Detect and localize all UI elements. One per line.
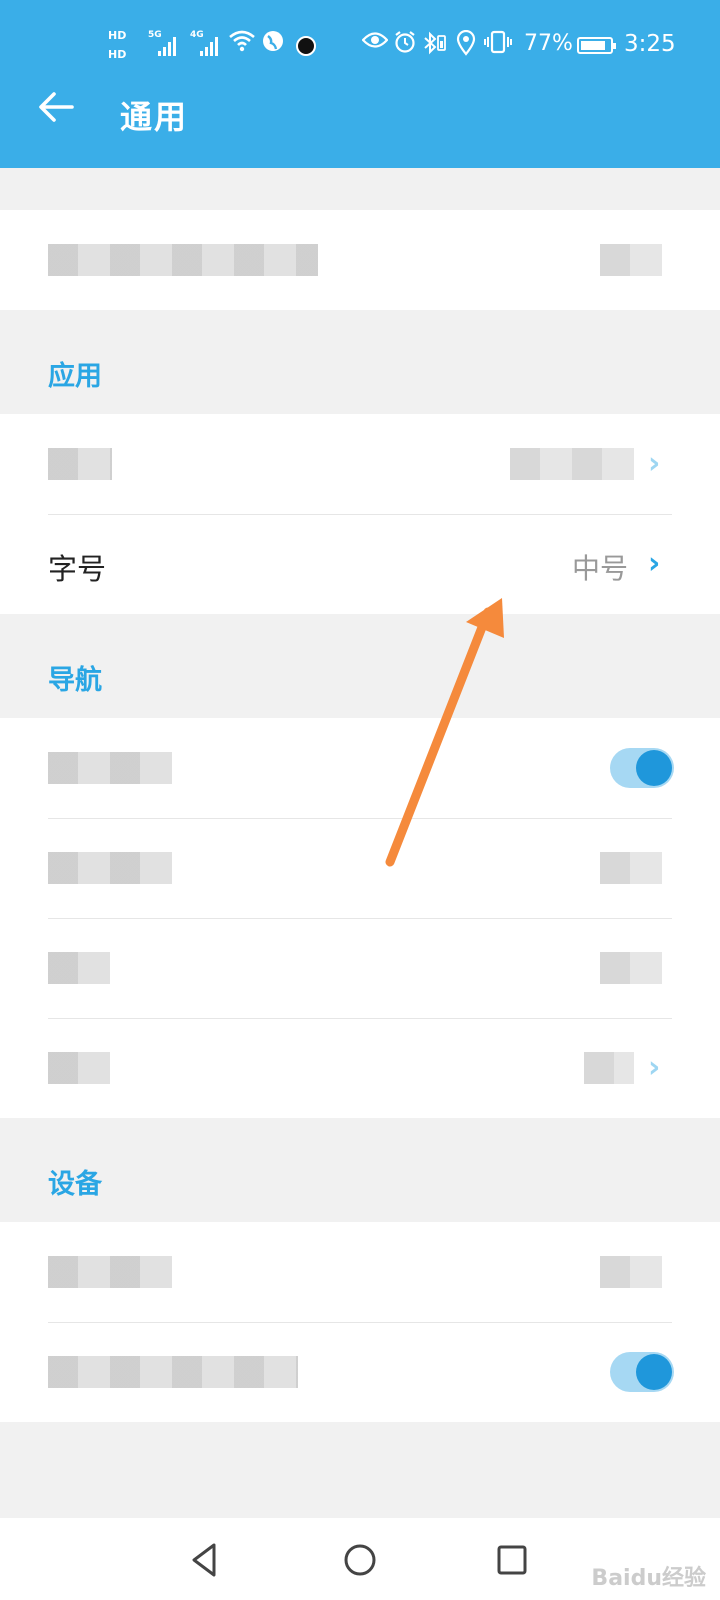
obscured-label — [48, 1356, 298, 1388]
obscured-label — [48, 752, 172, 784]
bluetooth-icon — [421, 30, 447, 63]
top-spacer — [0, 168, 720, 210]
group-top — [0, 210, 720, 310]
chevron-right-icon: › — [648, 1050, 661, 1085]
obscured-label — [48, 852, 172, 884]
obscured-label — [48, 448, 112, 480]
nav-home-button[interactable] — [336, 1536, 384, 1584]
obscured-label — [48, 1256, 172, 1288]
list-item-obscured[interactable] — [0, 1222, 720, 1322]
nav-back-button[interactable] — [182, 1536, 230, 1584]
arrow-left-icon — [39, 92, 74, 122]
page-title: 通用 — [120, 98, 189, 136]
font-size-value: 中号 — [571, 552, 628, 585]
system-nav-bar: Baidu经验 — [0, 1518, 720, 1600]
section-title: 导航 — [48, 665, 102, 696]
clock: 3:25 — [624, 31, 676, 57]
obscured-label — [48, 952, 110, 984]
app-notification-icon — [296, 36, 316, 56]
obscured-value — [584, 1052, 634, 1084]
location-icon — [456, 29, 476, 63]
obscured-control — [600, 952, 662, 984]
obscured-label — [48, 1052, 110, 1084]
obscured-control — [600, 852, 662, 884]
obscured-value — [510, 448, 634, 480]
group-app: › 字号 中号 › — [0, 414, 720, 614]
section-header-app: 应用 — [0, 310, 720, 414]
section-header-device: 设备 — [0, 1118, 720, 1222]
font-size-label: 字号 — [48, 552, 107, 586]
list-item-obscured[interactable]: › — [0, 414, 720, 514]
list-item-obscured[interactable] — [0, 818, 720, 918]
obscured-control — [600, 244, 662, 276]
nav-recents-button[interactable] — [488, 1536, 536, 1584]
list-item-obscured[interactable] — [0, 918, 720, 1018]
signal-icon — [158, 36, 180, 56]
globe-icon — [262, 30, 284, 59]
group-device — [0, 1222, 720, 1422]
watermark-logo: Baidu经验 — [591, 1566, 706, 1591]
status-bar: HD HD 5G 4G 77% 3:25 — [0, 20, 720, 70]
list-item-font-size[interactable]: 字号 中号 › — [0, 514, 720, 614]
circle-home-icon — [344, 1544, 376, 1576]
obscured-label — [48, 244, 318, 276]
hd-indicator: HD HD — [108, 29, 127, 61]
list-item-obscured[interactable]: › — [0, 1018, 720, 1118]
toggle-switch[interactable] — [610, 748, 674, 788]
section-title: 应用 — [48, 361, 102, 392]
toggle-switch[interactable] — [610, 1352, 674, 1392]
triangle-back-icon — [192, 1543, 216, 1577]
section-header-nav: 导航 — [0, 614, 720, 718]
back-button[interactable] — [30, 88, 82, 140]
square-recents-icon — [497, 1545, 527, 1575]
chevron-right-icon: › — [648, 446, 661, 481]
alarm-icon — [393, 30, 417, 61]
list-item-obscured[interactable] — [0, 1322, 720, 1422]
eye-icon — [361, 30, 389, 56]
battery-icon — [577, 37, 616, 54]
list-item-obscured[interactable] — [0, 210, 720, 310]
section-title: 设备 — [48, 1169, 102, 1200]
chevron-right-icon: › — [648, 546, 661, 581]
wifi-icon — [229, 30, 255, 59]
app-bar: HD HD 5G 4G 77% 3:25 通用 — [0, 0, 720, 168]
obscured-control — [600, 1256, 662, 1288]
battery-percent: 77% — [524, 31, 573, 56]
vibrate-icon — [484, 30, 512, 61]
list-item-obscured[interactable] — [0, 718, 720, 818]
signal-icon-2 — [200, 36, 222, 56]
group-nav: › — [0, 718, 720, 1118]
